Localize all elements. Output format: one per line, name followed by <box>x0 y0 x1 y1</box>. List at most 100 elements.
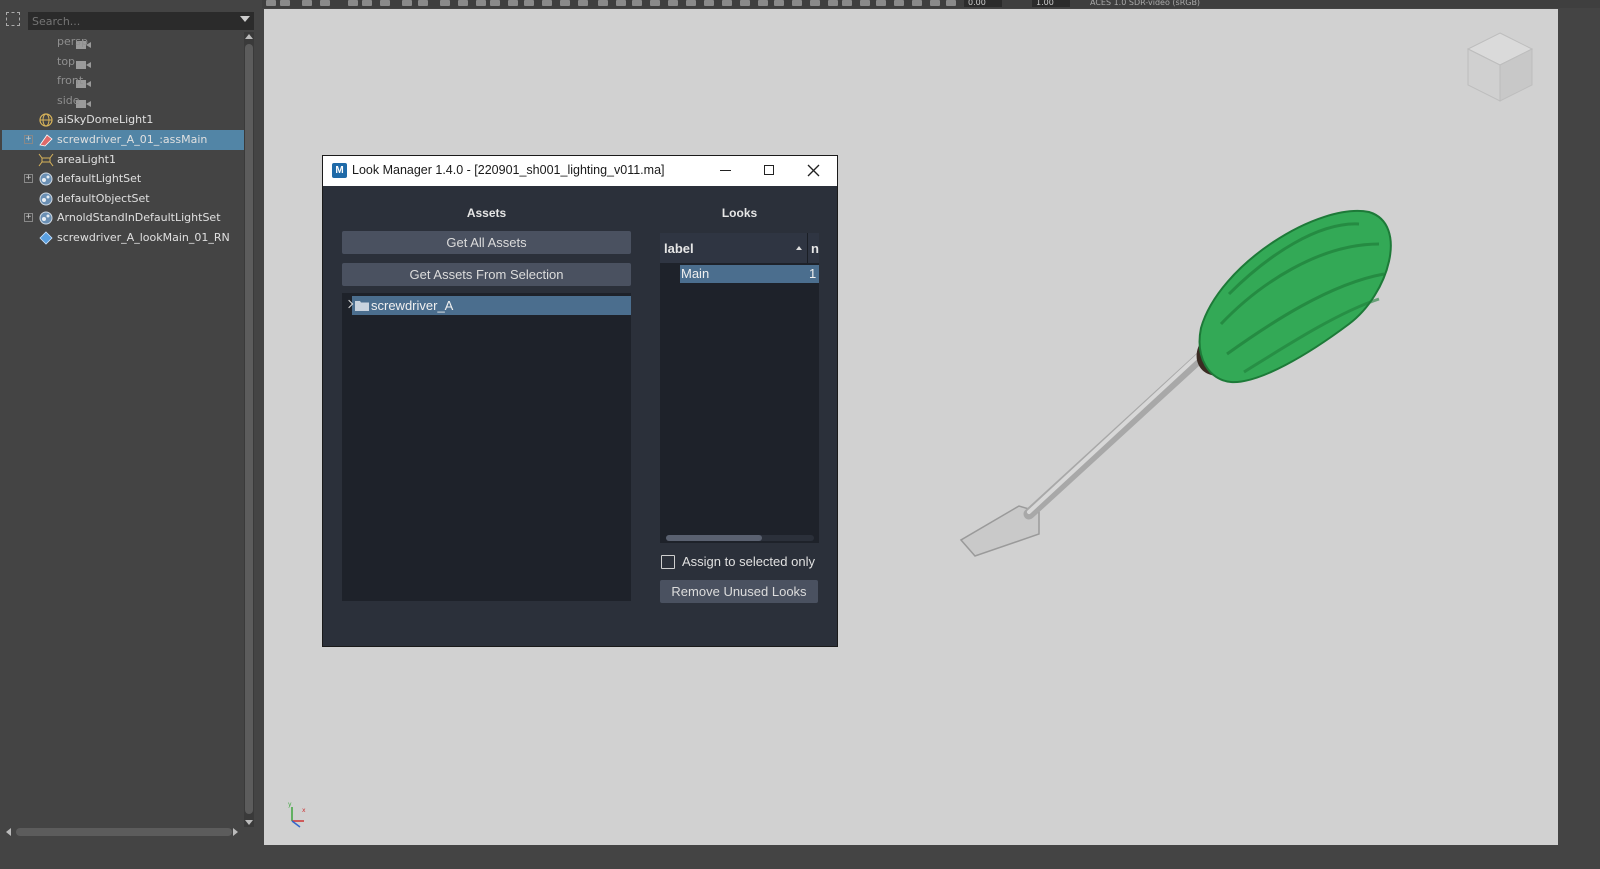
window-title: Look Manager 1.4.0 - [220901_sh001_light… <box>352 163 665 177</box>
outliner-item[interactable]: + ArnoldStandInDefaultLightSet <box>2 208 246 228</box>
scrollbar-thumb[interactable] <box>245 44 253 814</box>
outliner-tree: persp top front side aiSkyDomeLight1 + screwdr… <box>2 32 246 832</box>
checkbox-label: Assign to selected only <box>682 554 815 569</box>
looks-table-horizontal-scrollbar[interactable] <box>660 532 819 543</box>
toolbar-button-icon[interactable] <box>930 0 940 6</box>
outliner-item[interactable]: screwdriver_A_lookMain_01_RN <box>2 228 246 248</box>
get-assets-from-selection-button[interactable]: Get Assets From Selection <box>342 263 631 286</box>
outliner-item[interactable]: + defaultLightSet <box>2 169 246 189</box>
toolbar-button-icon[interactable] <box>650 0 660 6</box>
window-titlebar[interactable]: M Look Manager 1.4.0 - [220901_sh001_lig… <box>323 156 837 186</box>
exposure-field[interactable]: 0.00 <box>964 0 1002 7</box>
toolbar-button-icon[interactable] <box>280 0 290 6</box>
close-button[interactable] <box>791 156 835 186</box>
scroll-left-icon[interactable] <box>6 828 11 836</box>
outliner-item-label: side <box>57 93 80 107</box>
camera-icon <box>38 74 91 89</box>
toolbar-button-icon[interactable] <box>668 0 678 6</box>
outliner-item[interactable]: + screwdriver_A_01_:assMain <box>2 130 246 150</box>
skydome-light-icon <box>38 113 54 127</box>
outliner-item[interactable]: aiSkyDomeLight1 <box>2 110 246 130</box>
toolbar-button-icon[interactable] <box>828 0 838 6</box>
toolbar-button-icon[interactable] <box>476 0 486 6</box>
checkbox-box[interactable] <box>661 555 675 569</box>
scroll-up-icon[interactable] <box>245 34 253 39</box>
scrollbar-thumb[interactable] <box>666 535 762 541</box>
toolbar-button-icon[interactable] <box>894 0 904 6</box>
remove-unused-looks-button[interactable]: Remove Unused Looks <box>660 580 818 603</box>
toolbar-button-icon[interactable] <box>758 0 768 6</box>
toolbar-button-icon[interactable] <box>302 0 312 6</box>
toolbar-button-icon[interactable] <box>842 0 852 6</box>
column-header-n[interactable]: n <box>811 241 819 256</box>
outliner-item[interactable]: front <box>2 71 246 91</box>
toolbar-button-icon[interactable] <box>912 0 922 6</box>
outliner-item[interactable]: top <box>2 52 246 72</box>
toolbar-button-icon[interactable] <box>542 0 552 6</box>
toolbar-button-icon[interactable] <box>348 0 358 6</box>
scroll-down-icon[interactable] <box>245 820 253 825</box>
chevron-down-icon[interactable] <box>240 16 250 22</box>
view-cube-icon[interactable] <box>1464 29 1536 105</box>
get-all-assets-button[interactable]: Get All Assets <box>342 231 631 254</box>
filter-icon[interactable] <box>6 12 20 26</box>
svg-text:y: y <box>288 801 292 808</box>
scrollbar-thumb[interactable] <box>16 828 232 836</box>
toolbar-button-icon[interactable] <box>632 0 642 6</box>
color-space-dropdown[interactable]: ACES 1.0 SDR-video (sRGB) <box>1090 0 1200 7</box>
toolbar-button-icon[interactable] <box>458 0 468 6</box>
toolbar-button-icon[interactable] <box>860 0 870 6</box>
outliner-search-input[interactable] <box>28 12 254 30</box>
looks-table: label n Main 1 <box>660 233 819 532</box>
toolbar-button-icon[interactable] <box>560 0 570 6</box>
expand-icon[interactable]: + <box>24 135 33 144</box>
toolbar-button-icon[interactable] <box>704 0 714 6</box>
looks-table-header: label n <box>660 233 819 263</box>
toolbar-button-icon[interactable] <box>418 0 428 6</box>
outliner-item[interactable]: side <box>2 91 246 111</box>
maximize-button[interactable] <box>747 156 791 186</box>
outliner-horizontal-scrollbar[interactable] <box>4 826 240 838</box>
column-separator[interactable] <box>807 233 808 263</box>
toolbar-button-icon[interactable] <box>578 0 588 6</box>
toolbar-button-icon[interactable] <box>616 0 626 6</box>
toolbar-button-icon[interactable] <box>402 0 412 6</box>
toolbar-button-icon[interactable] <box>490 0 500 6</box>
outliner-item[interactable]: persp <box>2 32 246 52</box>
toolbar-button-icon[interactable] <box>722 0 732 6</box>
toolbar-button-icon[interactable] <box>598 0 608 6</box>
toolbar-button-icon[interactable] <box>320 0 330 6</box>
looks-heading: Looks <box>721 206 758 220</box>
toolbar-button-icon[interactable] <box>740 0 750 6</box>
camera-icon <box>38 94 91 108</box>
axis-gizmo-icon: y x <box>288 801 306 828</box>
outliner-item[interactable]: defaultObjectSet <box>2 189 246 209</box>
look-row[interactable]: Main 1 <box>680 265 819 283</box>
look-manager-window: M Look Manager 1.4.0 - [220901_sh001_lig… <box>322 155 838 647</box>
folder-icon <box>355 301 369 311</box>
expand-icon[interactable]: + <box>24 213 33 223</box>
expand-icon[interactable]: + <box>24 174 33 184</box>
assign-selected-only-checkbox[interactable]: Assign to selected only <box>660 554 830 570</box>
maya-app-icon: M <box>332 163 347 178</box>
toolbar-button-icon[interactable] <box>774 0 784 6</box>
toolbar-button-icon[interactable] <box>266 0 276 6</box>
toolbar-button-icon[interactable] <box>362 0 372 6</box>
toolbar-button-icon[interactable] <box>524 0 534 6</box>
toolbar-button-icon[interactable] <box>440 0 450 6</box>
outliner-vertical-scrollbar[interactable] <box>244 32 254 827</box>
gamma-field[interactable]: 1.00 <box>1032 0 1070 7</box>
asset-name: screwdriver_A <box>371 298 454 313</box>
toolbar-button-icon[interactable] <box>810 0 820 6</box>
outliner-item[interactable]: areaLight1 <box>2 150 246 170</box>
asset-item[interactable]: screwdriver_A <box>342 296 631 315</box>
column-header-label[interactable]: label <box>664 241 694 256</box>
toolbar-button-icon[interactable] <box>380 0 390 6</box>
toolbar-button-icon[interactable] <box>946 0 956 6</box>
scroll-right-icon[interactable] <box>233 828 238 836</box>
toolbar-button-icon[interactable] <box>792 0 802 6</box>
toolbar-button-icon[interactable] <box>686 0 696 6</box>
minimize-button[interactable] <box>703 156 747 186</box>
toolbar-button-icon[interactable] <box>876 0 886 6</box>
toolbar-button-icon[interactable] <box>508 0 518 6</box>
